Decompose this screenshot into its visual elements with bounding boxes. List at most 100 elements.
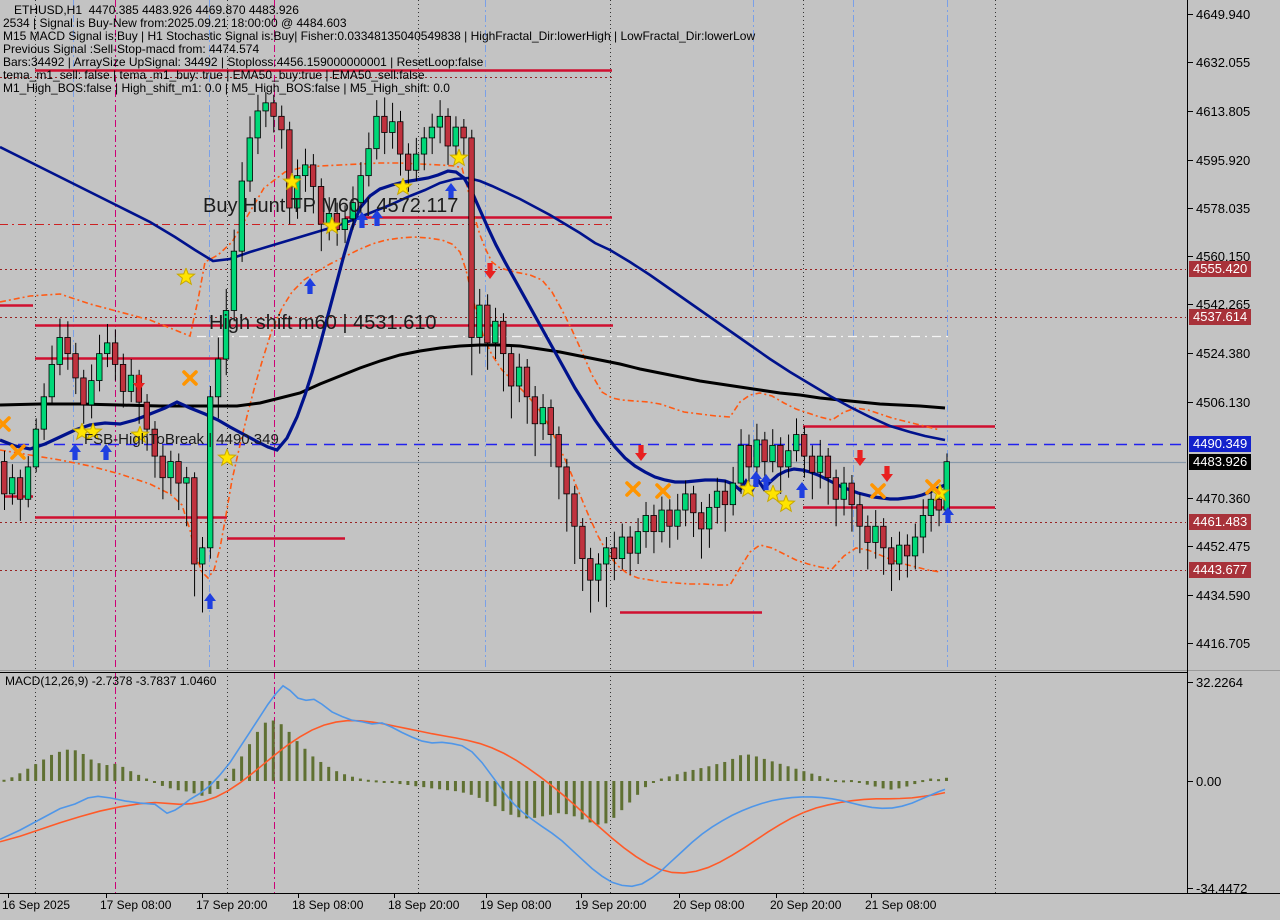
candle-body (738, 445, 744, 483)
candle-body (881, 526, 887, 548)
candle-body (453, 127, 459, 146)
cross-signal-icon[interactable] (184, 372, 196, 384)
cross-signal-icon[interactable] (627, 483, 639, 495)
candle-body (469, 138, 475, 338)
macd-histogram-bar (359, 779, 362, 781)
candle-body (429, 127, 435, 138)
macd-histogram-bar (699, 768, 702, 781)
macd-histogram-bar (375, 780, 378, 782)
up-arrow-signal-icon[interactable] (796, 482, 808, 498)
candle-body (714, 491, 720, 507)
price-badge-black: 4483.926 (1189, 454, 1251, 470)
macd-indicator-label: MACD(12,26,9) -2.7378 -3.7837 1.0460 (5, 674, 216, 688)
candle-body (548, 408, 554, 435)
macd-axis-label: 32.2264 (1196, 675, 1243, 690)
candle-body (168, 462, 174, 478)
macd-histogram-bar (391, 781, 394, 783)
fsb-high-annotation[interactable]: FSB-HighToBreak | 4490.349 (84, 431, 279, 448)
candle-body (477, 305, 483, 337)
candle-body (500, 321, 506, 353)
high-shift-annotation[interactable]: High shift m60 | 4531.610 (209, 312, 437, 335)
candle-body (603, 548, 609, 564)
candle-body (120, 364, 126, 391)
candle-body (532, 397, 538, 424)
candle-body (619, 537, 625, 559)
star-signal-icon[interactable] (450, 149, 467, 165)
macd-histogram-bar (486, 781, 489, 802)
candle-body (2, 462, 8, 494)
macd-histogram-bar (795, 769, 798, 781)
price-badge-red: 4555.420 (1189, 261, 1251, 277)
chart-canvas[interactable] (0, 0, 1280, 920)
up-arrow-signal-icon[interactable] (69, 444, 81, 460)
candle-body (390, 122, 396, 133)
candle-body (825, 456, 831, 478)
candle-body (57, 337, 63, 364)
time-axis[interactable]: 16 Sep 202517 Sep 08:0017 Sep 20:0018 Se… (0, 893, 1280, 920)
macd-histogram-bar (676, 774, 679, 781)
candle-body (200, 548, 206, 564)
tema-ema-info-line: tema_m1_sell: false | tema_m1_buy: true … (3, 68, 425, 82)
macd-histogram-bar (438, 781, 441, 789)
candle-body (493, 321, 499, 343)
candle-body (33, 429, 39, 467)
up-arrow-signal-icon[interactable] (204, 593, 216, 609)
macd-histogram-bar (193, 781, 196, 793)
candle-body (461, 127, 467, 138)
cross-signal-icon[interactable] (0, 418, 9, 430)
macd-histogram-bar (153, 781, 156, 783)
down-arrow-signal-icon[interactable] (133, 375, 145, 391)
macd-panel[interactable] (0, 672, 996, 893)
star-signal-icon[interactable] (777, 495, 794, 511)
candle-body (794, 435, 800, 451)
time-axis-label: 17 Sep 08:00 (100, 898, 171, 912)
price-axis-label: 4470.360 (1196, 491, 1250, 506)
star-signal-icon[interactable] (177, 268, 194, 284)
price-axis[interactable]: 4649.9404632.0554613.8054595.9204578.035… (1187, 0, 1280, 893)
candle-body (342, 219, 348, 230)
macd-histogram-bar (644, 781, 647, 787)
down-arrow-signal-icon[interactable] (635, 445, 647, 461)
macd-histogram-bar (882, 781, 885, 788)
candle-body (231, 251, 237, 310)
macd-histogram-bar (897, 781, 900, 788)
candle-body (405, 154, 411, 170)
macd-histogram-bar (232, 769, 235, 781)
macd-histogram-bar (90, 760, 93, 781)
time-axis-label: 18 Sep 08:00 (292, 898, 363, 912)
candle-body (445, 116, 451, 146)
candle-body (160, 456, 166, 478)
price-panel[interactable] (0, 0, 1186, 670)
down-arrow-signal-icon[interactable] (881, 466, 893, 482)
macd-histogram-bar (945, 778, 948, 781)
price-axis-label: 4649.940 (1196, 7, 1250, 22)
candle-body (865, 526, 871, 542)
cross-signal-icon[interactable] (872, 485, 884, 497)
candle-body (691, 494, 697, 513)
macd-histogram-bar (660, 779, 663, 781)
candle-body (73, 354, 79, 378)
candle-body (17, 478, 23, 500)
time-axis-label: 20 Sep 20:00 (770, 898, 841, 912)
macd-histogram-bar (74, 750, 77, 781)
candle-body (889, 548, 895, 564)
buy-hunt-tp-annotation[interactable]: Buy Hunt TP M60 | 4572.117 (203, 195, 458, 218)
macd-histogram-bar (818, 776, 821, 781)
macd-histogram-bar (597, 781, 600, 825)
candle-body (516, 367, 522, 386)
price-axis-label: 4578.035 (1196, 201, 1250, 216)
candle-body (643, 515, 649, 531)
macd-histogram-bar (58, 752, 61, 781)
up-arrow-signal-icon[interactable] (304, 278, 316, 294)
candle-body (754, 440, 760, 467)
price-axis-label: 4524.380 (1196, 346, 1250, 361)
down-arrow-signal-icon[interactable] (854, 450, 866, 466)
price-axis-label: 4595.920 (1196, 153, 1250, 168)
macd-histogram-bar (406, 781, 409, 785)
candle-body (184, 478, 190, 483)
cross-signal-icon[interactable] (657, 485, 669, 497)
candle-body (841, 483, 847, 499)
candle-body (778, 445, 784, 467)
macd-histogram-bar (446, 781, 449, 790)
candle-body (374, 116, 380, 148)
